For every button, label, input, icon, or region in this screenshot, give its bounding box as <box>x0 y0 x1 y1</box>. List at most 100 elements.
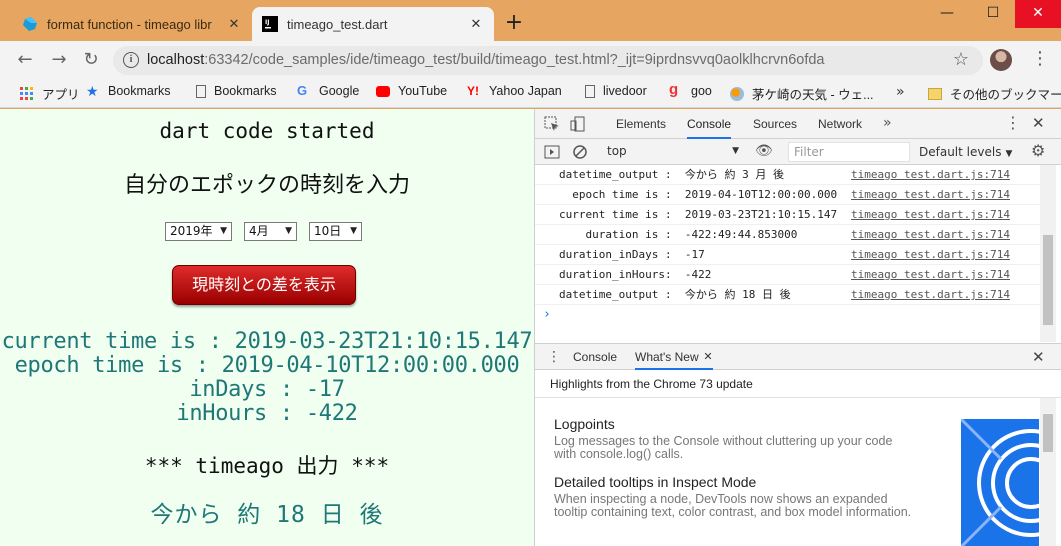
tab-timeago-test[interactable]: IJ timeago_test.dart ✕ <box>252 7 494 41</box>
tab-title: format function - timeago libr <box>47 16 212 32</box>
reload-icon[interactable]: ↻ <box>80 49 102 71</box>
source-link[interactable]: timeago test.dart.js:714 <box>851 245 1010 265</box>
tab-sources[interactable]: Sources <box>753 109 797 139</box>
highlights-heading: Highlights from the Chrome 73 update <box>535 370 1061 398</box>
drawer-tab-whats-new[interactable]: What's New ✕ <box>635 344 713 370</box>
minimize-button[interactable]: — <box>924 0 970 28</box>
bookmark-goo[interactable]: g goo <box>669 81 712 98</box>
drawer-menu-icon[interactable]: ⋮ <box>547 344 561 370</box>
bookmark-other[interactable]: その他のブックマーク <box>928 84 1061 103</box>
drawer-scrollbar[interactable] <box>1040 398 1056 546</box>
month-select[interactable]: 4月 ▼ <box>244 222 297 241</box>
bookmark-star-icon[interactable]: ☆ <box>953 49 969 70</box>
google-icon: G <box>297 83 308 98</box>
feature-detailed-tooltips[interactable]: Detailed tooltips in Inspect Mode When i… <box>554 474 914 519</box>
console-log-row: datetime_output : 今から 約 18 日 後 timeago te… <box>535 285 1040 305</box>
youtube-icon <box>376 85 390 97</box>
day-select[interactable]: 10日 ▼ <box>309 222 362 241</box>
console-log-row: epoch time is : 2019-04-10T12:00:00.000 t… <box>535 185 1040 205</box>
chevron-down-icon: ▼ <box>285 226 292 236</box>
devtools-menu-icon[interactable]: ⋮ <box>1005 109 1021 139</box>
star-icon: ★ <box>86 83 99 99</box>
feature-logpoints[interactable]: Logpoints Log messages to the Console wi… <box>554 416 914 461</box>
inspect-element-icon[interactable] <box>544 116 560 132</box>
bookmark-google[interactable]: G Google <box>297 83 359 99</box>
url-text[interactable]: localhost:63342/code_samples/ide/timeago… <box>147 52 825 68</box>
source-link[interactable]: timeago test.dart.js:714 <box>851 265 1010 285</box>
year-select[interactable]: 2019年 ▼ <box>165 222 232 241</box>
feature-body: Log messages to the Console without clut… <box>554 434 893 461</box>
chrome-devtools-illustration <box>961 419 1039 546</box>
scrollbar-thumb[interactable] <box>1043 235 1053 325</box>
back-arrow-icon[interactable]: ← <box>14 49 36 71</box>
console-log-row: duration_inDays : -17 timeago test.dart.j… <box>535 245 1040 265</box>
show-difference-button[interactable]: 現時刻との差を表示 <box>172 265 356 305</box>
tab-network[interactable]: Network <box>818 109 862 139</box>
devtools-close-icon[interactable]: ✕ <box>1032 109 1045 139</box>
drawer-tabbar: ⋮ Console What's New ✕ ✕ <box>535 344 1061 370</box>
clear-console-icon[interactable] <box>572 144 588 160</box>
window-close-button[interactable]: ✕ <box>1015 0 1061 28</box>
close-icon[interactable]: ✕ <box>703 344 712 370</box>
forward-arrow-icon[interactable]: → <box>48 49 70 71</box>
devtools-panel: Elements Console Sources Network » ⋮ ✕ t… <box>534 109 1061 546</box>
site-info-icon[interactable]: i <box>123 52 139 68</box>
in-hours-text: inHours : -422 <box>176 401 358 426</box>
tab-elements[interactable]: Elements <box>616 109 666 139</box>
source-link[interactable]: timeago test.dart.js:714 <box>851 205 1010 225</box>
bookmark-bookmarks-star[interactable]: ★ Bookmarks <box>86 84 171 98</box>
context-select[interactable]: top ▼ <box>607 141 741 162</box>
timeago-header: *** timeago 出力 *** <box>144 454 390 478</box>
tab-close-icon[interactable]: ✕ <box>226 17 242 32</box>
page-content: dart code started 自分のエポックの時刻を入力 2019年 ▼ 4… <box>0 109 534 546</box>
weather-icon <box>730 86 744 101</box>
bookmark-bookmarks-page[interactable]: Bookmarks <box>196 84 277 98</box>
device-toolbar-icon[interactable] <box>570 116 586 132</box>
tab-close-icon[interactable]: ✕ <box>468 17 484 32</box>
live-expression-eye-icon[interactable]: 👁 <box>755 143 773 159</box>
console-scrollbar[interactable] <box>1040 165 1056 342</box>
drawer-tab-console[interactable]: Console <box>573 344 617 370</box>
sidebar-toggle-icon[interactable] <box>544 144 560 160</box>
page-title: dart code started <box>159 119 375 143</box>
profile-avatar[interactable] <box>990 49 1012 71</box>
console-filter-bar: top ▼ 👁 Filter Default levels ▼ ⚙ <box>535 139 1061 165</box>
drawer-close-icon[interactable]: ✕ <box>1032 344 1045 370</box>
bookmark-livedoor[interactable]: livedoor <box>585 84 647 98</box>
console-filter-input[interactable]: Filter <box>788 142 910 162</box>
source-link[interactable]: timeago test.dart.js:714 <box>851 225 1010 245</box>
console-prompt[interactable]: › <box>543 307 551 322</box>
bookmark-weather[interactable]: 茅ケ崎の天気 - ウェ... <box>730 84 874 103</box>
bookmark-youtube[interactable]: YouTube <box>376 84 447 98</box>
bookmark-apps[interactable]: アプリ <box>20 84 80 103</box>
address-bar[interactable]: i localhost:63342/code_samples/ide/timea… <box>113 46 983 75</box>
bookmark-yahoo-japan[interactable]: Y! Yahoo Japan <box>467 84 562 98</box>
yahoo-icon: Y! <box>467 84 479 98</box>
source-link[interactable]: timeago test.dart.js:714 <box>851 165 1010 185</box>
chevron-down-icon: ▼ <box>1005 149 1013 159</box>
feature-title: Logpoints <box>554 416 615 432</box>
devtools-drawer: ⋮ Console What's New ✕ ✕ Highlights from … <box>535 343 1061 546</box>
intellij-icon: IJ <box>262 16 278 32</box>
new-tab-button[interactable]: + <box>500 10 528 38</box>
more-tabs-icon[interactable]: » <box>883 109 892 139</box>
bookmarks-overflow-button[interactable]: » <box>896 84 905 100</box>
source-link[interactable]: timeago test.dart.js:714 <box>851 285 1010 305</box>
tab-format-function[interactable]: format function - timeago libr ✕ <box>12 7 252 41</box>
console-settings-gear-icon[interactable]: ⚙ <box>1031 141 1045 160</box>
source-link[interactable]: timeago test.dart.js:714 <box>851 185 1010 205</box>
maximize-button[interactable]: ☐ <box>970 0 1016 28</box>
goo-icon: g <box>669 81 679 98</box>
feature-body: When inspecting a node, DevTools now sho… <box>554 492 912 519</box>
page-subtitle: 自分のエポックの時刻を入力 <box>123 173 410 198</box>
date-selects: 2019年 ▼ 4月 ▼ 10日 ▼ <box>0 222 534 242</box>
tab-console[interactable]: Console <box>687 109 732 139</box>
scrollbar-thumb[interactable] <box>1043 414 1053 452</box>
devtools-tabbar: Elements Console Sources Network » ⋮ ✕ <box>535 109 1061 139</box>
bookmarks-bar: アプリ ★ Bookmarks Bookmarks G Google YouTu… <box>0 78 1061 108</box>
log-levels-dropdown[interactable]: Default levels ▼ <box>919 139 1012 165</box>
feature-title: Detailed tooltips in Inspect Mode <box>554 474 757 490</box>
console-log-row: datetime_output : 今から 約 3 月 後 timeago tes… <box>535 165 1040 185</box>
browser-menu-icon[interactable]: ⋮ <box>1031 49 1049 71</box>
page-icon <box>196 84 206 98</box>
